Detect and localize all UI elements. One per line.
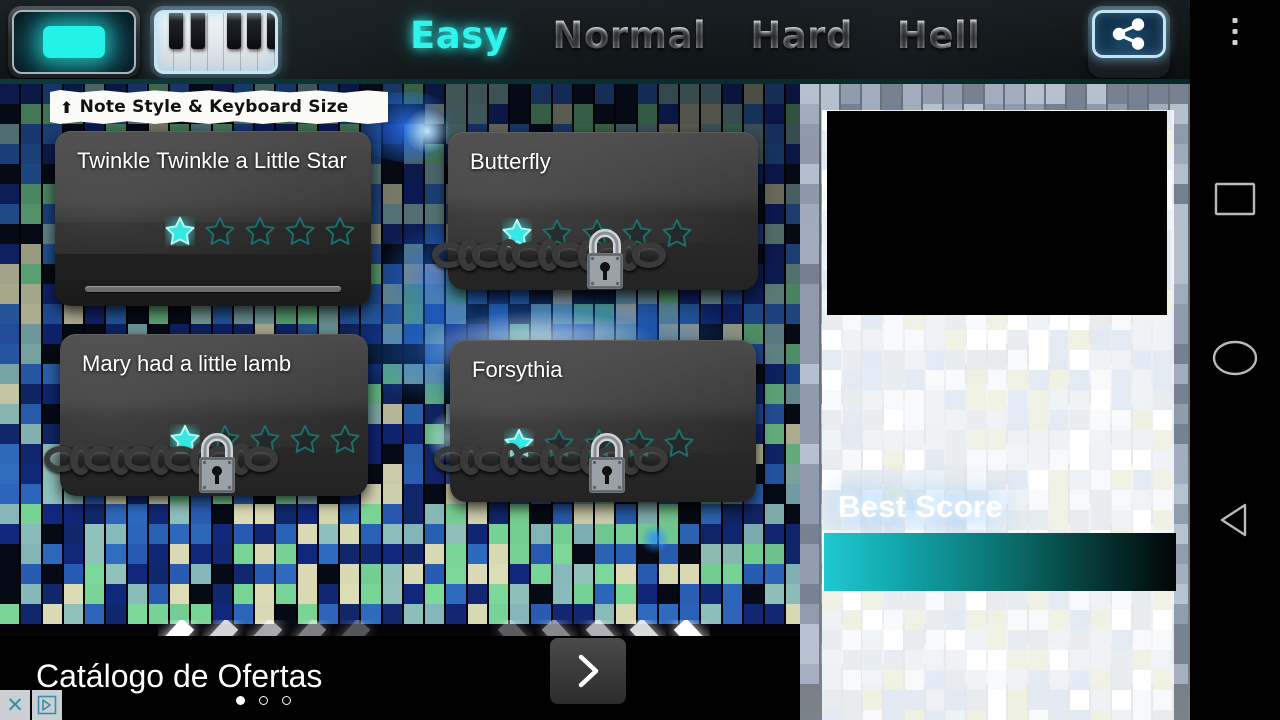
android-navigation-bar: [1190, 0, 1280, 720]
chevron-right-icon: [490, 618, 534, 636]
note-style-icon: [12, 10, 136, 74]
top-bar: Easy Normal Hard Hell: [0, 0, 1190, 84]
song-title: Mary had a little lamb: [82, 351, 292, 376]
chevron-left-icon: [334, 618, 378, 636]
back-triangle-icon[interactable]: [1213, 498, 1257, 547]
score-panel: Best Score: [800, 84, 1190, 720]
adchoices-icon[interactable]: [32, 690, 62, 720]
carousel-dot[interactable]: [282, 696, 291, 705]
chevron-right-icon: [578, 618, 622, 636]
home-circle-icon[interactable]: [1211, 338, 1259, 383]
song-lock-overlay: [44, 433, 382, 493]
note-chip-icon: [43, 26, 105, 58]
song-lock-overlay: [434, 433, 772, 493]
ad-banner[interactable]: Catálogo de Ofertas: [0, 636, 800, 720]
chevron-left-icon: [290, 618, 334, 636]
star: [165, 216, 195, 246]
prev-page-button[interactable]: [158, 612, 378, 636]
chevron-left-icon: [202, 618, 246, 636]
padlock-icon: [188, 428, 246, 503]
star-empty-icon: [285, 216, 315, 245]
chevron-right-icon: [622, 618, 666, 636]
padlock-icon: [576, 224, 634, 299]
up-arrow-icon: ⬆: [60, 97, 74, 117]
star: [325, 216, 355, 246]
best-score-bar: [824, 533, 1176, 591]
chevron-left-icon: [158, 618, 202, 636]
star-empty-icon: [245, 216, 275, 245]
share-button[interactable]: [1088, 6, 1170, 78]
chevron-right-icon: [578, 654, 599, 688]
star-empty-icon: [205, 216, 235, 245]
ad-next-button[interactable]: [550, 638, 626, 704]
piano-keys-icon: [154, 10, 278, 74]
song-lock-overlay: [432, 229, 770, 289]
share-icon: [1092, 10, 1166, 58]
tab-hard[interactable]: Hard: [750, 14, 853, 57]
song-star-rating: [165, 216, 355, 246]
chevron-right-icon: [534, 618, 578, 636]
best-score-label: Best Score: [838, 489, 1003, 524]
card-progress-bar[interactable]: [85, 286, 341, 292]
tab-easy[interactable]: Easy: [410, 14, 508, 57]
next-page-button[interactable]: [490, 612, 710, 636]
carousel-dot[interactable]: [259, 696, 268, 705]
ad-carousel-dots: [236, 696, 291, 705]
chain-link: [634, 446, 668, 472]
difficulty-tabs: Easy Normal Hard Hell: [410, 14, 980, 57]
chevron-left-icon: [246, 618, 290, 636]
overflow-menu-icon[interactable]: [1232, 18, 1238, 45]
tab-normal[interactable]: Normal: [552, 14, 706, 57]
carousel-dot[interactable]: [236, 696, 245, 705]
chain-link: [244, 446, 278, 472]
song-title: Butterfly: [470, 149, 551, 174]
recents-square-icon[interactable]: [1214, 182, 1256, 221]
hint-tooltip: ⬆ Note Style & Keyboard Size: [50, 90, 388, 124]
song-title: Forsythia: [472, 357, 563, 382]
hint-tooltip-text: Note Style & Keyboard Size: [79, 97, 349, 117]
star: [285, 216, 315, 246]
star: [205, 216, 235, 246]
tab-hell[interactable]: Hell: [897, 14, 980, 57]
ad-banner-text: Catálogo de Ofertas: [36, 658, 323, 694]
padlock-icon: [578, 428, 636, 503]
star-empty-icon: [325, 216, 355, 245]
chevron-right-icon: [666, 618, 710, 636]
note-style-button[interactable]: [8, 6, 140, 78]
star: [245, 216, 275, 246]
keyboard-size-button[interactable]: [150, 6, 282, 78]
app-root: Easy Normal Hard Hell Twinkle Twinkle a …: [0, 0, 1280, 720]
ad-close-button[interactable]: ✕: [0, 690, 30, 720]
ad-placeholder[interactable]: [827, 111, 1167, 315]
star-filled-icon: [165, 216, 195, 245]
song-title: Twinkle Twinkle a Little Star: [77, 148, 347, 173]
song-card[interactable]: Twinkle Twinkle a Little Star: [55, 131, 371, 306]
chain-link: [632, 242, 666, 268]
